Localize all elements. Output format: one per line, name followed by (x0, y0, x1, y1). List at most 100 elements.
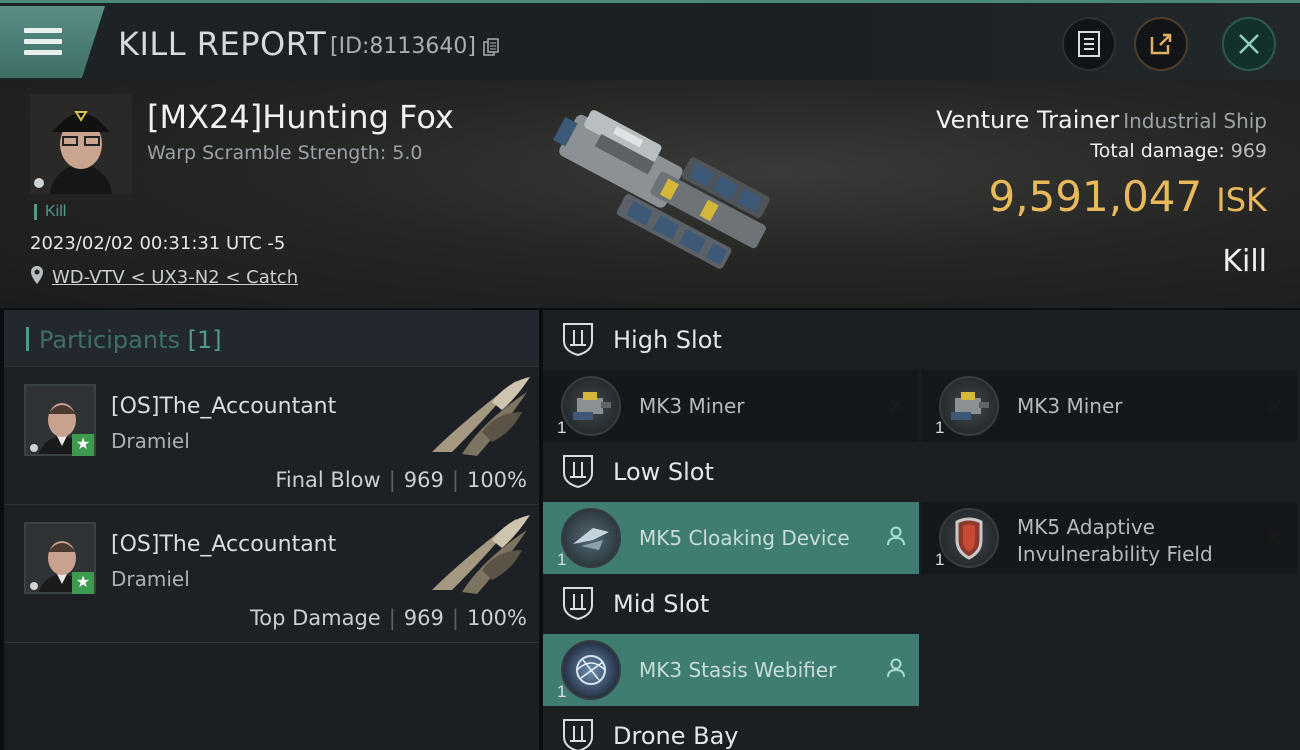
participants-label: Participants (39, 326, 180, 354)
notes-button[interactable] (1062, 17, 1116, 71)
share-button[interactable] (1134, 17, 1188, 71)
destroyed-x-icon: ✕ (1264, 525, 1285, 552)
person-icon (887, 526, 905, 546)
participants-count: [1] (187, 326, 222, 354)
participant-percent: 100% (466, 606, 527, 630)
participant-row[interactable]: ★ [OS]The_Accountant Dramiel Final Blow |… (4, 367, 539, 505)
module-qty: 1 (935, 550, 945, 569)
module-qty: 1 (557, 682, 567, 701)
page-title: KILL REPORT (118, 25, 327, 63)
destroyed-x-icon: ✕ (886, 393, 907, 420)
participant-percent: 100% (466, 468, 527, 492)
participant-stats: Final Blow | 969 | 100% (275, 468, 527, 492)
low-slot-label: Low Slot (613, 458, 714, 486)
isk-value: 9,591,047 ISK (989, 172, 1268, 221)
person-icon (887, 658, 905, 678)
miner-icon (561, 376, 621, 436)
participant-damage: 969 (403, 468, 444, 492)
module-item[interactable]: 1 MK3 Miner ✕ (543, 370, 919, 442)
participant-role: Final Blow (275, 468, 381, 492)
victim-avatar[interactable] (30, 94, 132, 194)
separator: | (451, 468, 459, 492)
module-item[interactable]: 1 MK5 Cloaking Device (543, 502, 919, 574)
participants-title: Participants [1] (39, 326, 222, 354)
victim-name[interactable]: [MX24]Hunting Fox (147, 98, 454, 136)
report-id: [ID:8113640] (330, 34, 476, 59)
destroyed-x-icon: ✕ (1264, 393, 1285, 420)
location-pin-icon (31, 266, 43, 284)
mid-slot-icon (563, 587, 593, 621)
kill-datetime: 2023/02/02 00:31:31 UTC -5 (30, 233, 286, 254)
participant-stats: Top Damage | 969 | 100% (250, 606, 527, 630)
high-slot-label: High Slot (613, 326, 722, 354)
separator: | (388, 468, 396, 492)
document-icon (1078, 31, 1100, 57)
miner-icon (939, 376, 999, 436)
mid-slot-label: Mid Slot (613, 590, 710, 618)
low-slot-icon (563, 455, 593, 489)
participant-role: Top Damage (249, 606, 381, 630)
isk-amount: 9,591,047 (988, 172, 1203, 221)
module-name: MK3 Miner (1017, 394, 1123, 418)
ship-image (552, 110, 770, 269)
header-bar: KILL REPORT [ID:8113640] (0, 0, 1300, 80)
dramiel-ship-image (432, 377, 530, 456)
module-name: MK3 Miner (639, 394, 745, 418)
kill-tag: Kill (34, 204, 66, 220)
participants-panel: Participants [1] ★ [OS]The_Accountant Dr… (4, 310, 539, 750)
module-name: MK5 Adaptive Invulnerability Field (1017, 514, 1213, 568)
participant-row[interactable]: ★ [OS]The_Accountant Dramiel Top Damage |… (4, 505, 539, 643)
module-qty: 1 (557, 418, 567, 437)
module-name: MK3 Stasis Webifier (639, 658, 837, 682)
close-icon (1239, 34, 1259, 54)
separator: | (388, 606, 396, 630)
module-name: MK5 Cloaking Device (639, 526, 850, 550)
ship-class: Industrial Ship (1123, 109, 1267, 133)
low-slot-row: 1 MK5 Cloaking Device 1 MK5 Adaptive Inv… (543, 502, 1300, 574)
module-qty: 1 (935, 418, 945, 437)
module-item[interactable]: 1 MK3 Stasis Webifier (543, 634, 919, 706)
participant-damage: 969 (403, 606, 444, 630)
isk-unit: ISK (1216, 181, 1267, 219)
star-badge-icon: ★ (72, 572, 94, 594)
participant-ship: Dramiel (111, 567, 190, 591)
separator: | (451, 606, 459, 630)
share-icon (1150, 33, 1172, 55)
participants-header: Participants [1] (4, 310, 539, 367)
cloaking-device-icon (561, 508, 621, 568)
pilot-portrait-icon (30, 94, 132, 194)
close-button[interactable] (1222, 17, 1276, 71)
warp-scramble-strength: Warp Scramble Strength: 5.0 (147, 142, 423, 164)
stasis-webifier-icon (561, 640, 621, 700)
mid-slot-row: 1 MK3 Stasis Webifier (543, 634, 1300, 706)
shield-hardener-icon (939, 508, 999, 568)
kill-banner: [MX24]Hunting Fox Warp Scramble Strength… (0, 80, 1300, 308)
copy-icon[interactable] (483, 38, 499, 56)
menu-button[interactable] (0, 6, 105, 78)
participant-name[interactable]: [OS]The_Accountant (111, 532, 336, 557)
module-name-line1: MK5 Adaptive (1017, 515, 1155, 539)
high-slot-row: 1 MK3 Miner ✕ 1 MK3 Miner ✕ (543, 370, 1300, 442)
ship-name: Venture Trainer Industrial Ship (936, 106, 1267, 134)
drone-bay-icon (563, 719, 593, 750)
module-item[interactable]: 1 MK3 Miner ✕ (921, 370, 1297, 442)
hamburger-icon (24, 28, 62, 61)
participant-ship: Dramiel (111, 429, 190, 453)
module-name-line2: Invulnerability Field (1017, 542, 1213, 566)
fitting-panel: High Slot 1 MK3 Miner ✕ 1 MK3 Miner ✕ Lo (543, 310, 1300, 750)
kill-result: Kill (1222, 244, 1267, 279)
ship-type[interactable]: Venture Trainer (936, 106, 1119, 134)
dramiel-ship-image (432, 515, 530, 594)
high-slot-header: High Slot (543, 310, 1300, 370)
module-item[interactable]: 1 MK5 Adaptive Invulnerability Field ✕ (921, 502, 1297, 574)
kill-location-link[interactable]: WD-VTV < UX3-N2 < Catch (52, 267, 298, 288)
mid-slot-header: Mid Slot (543, 574, 1300, 634)
drone-bay-header: Drone Bay (543, 706, 1300, 750)
total-damage-label: Total damage: (1090, 140, 1225, 162)
module-qty: 1 (557, 550, 567, 569)
low-slot-header: Low Slot (543, 442, 1300, 502)
participant-name[interactable]: [OS]The_Accountant (111, 394, 336, 419)
high-slot-icon (563, 323, 593, 357)
accent-bar (26, 327, 29, 351)
total-damage: Total damage: 969 (1090, 140, 1267, 162)
